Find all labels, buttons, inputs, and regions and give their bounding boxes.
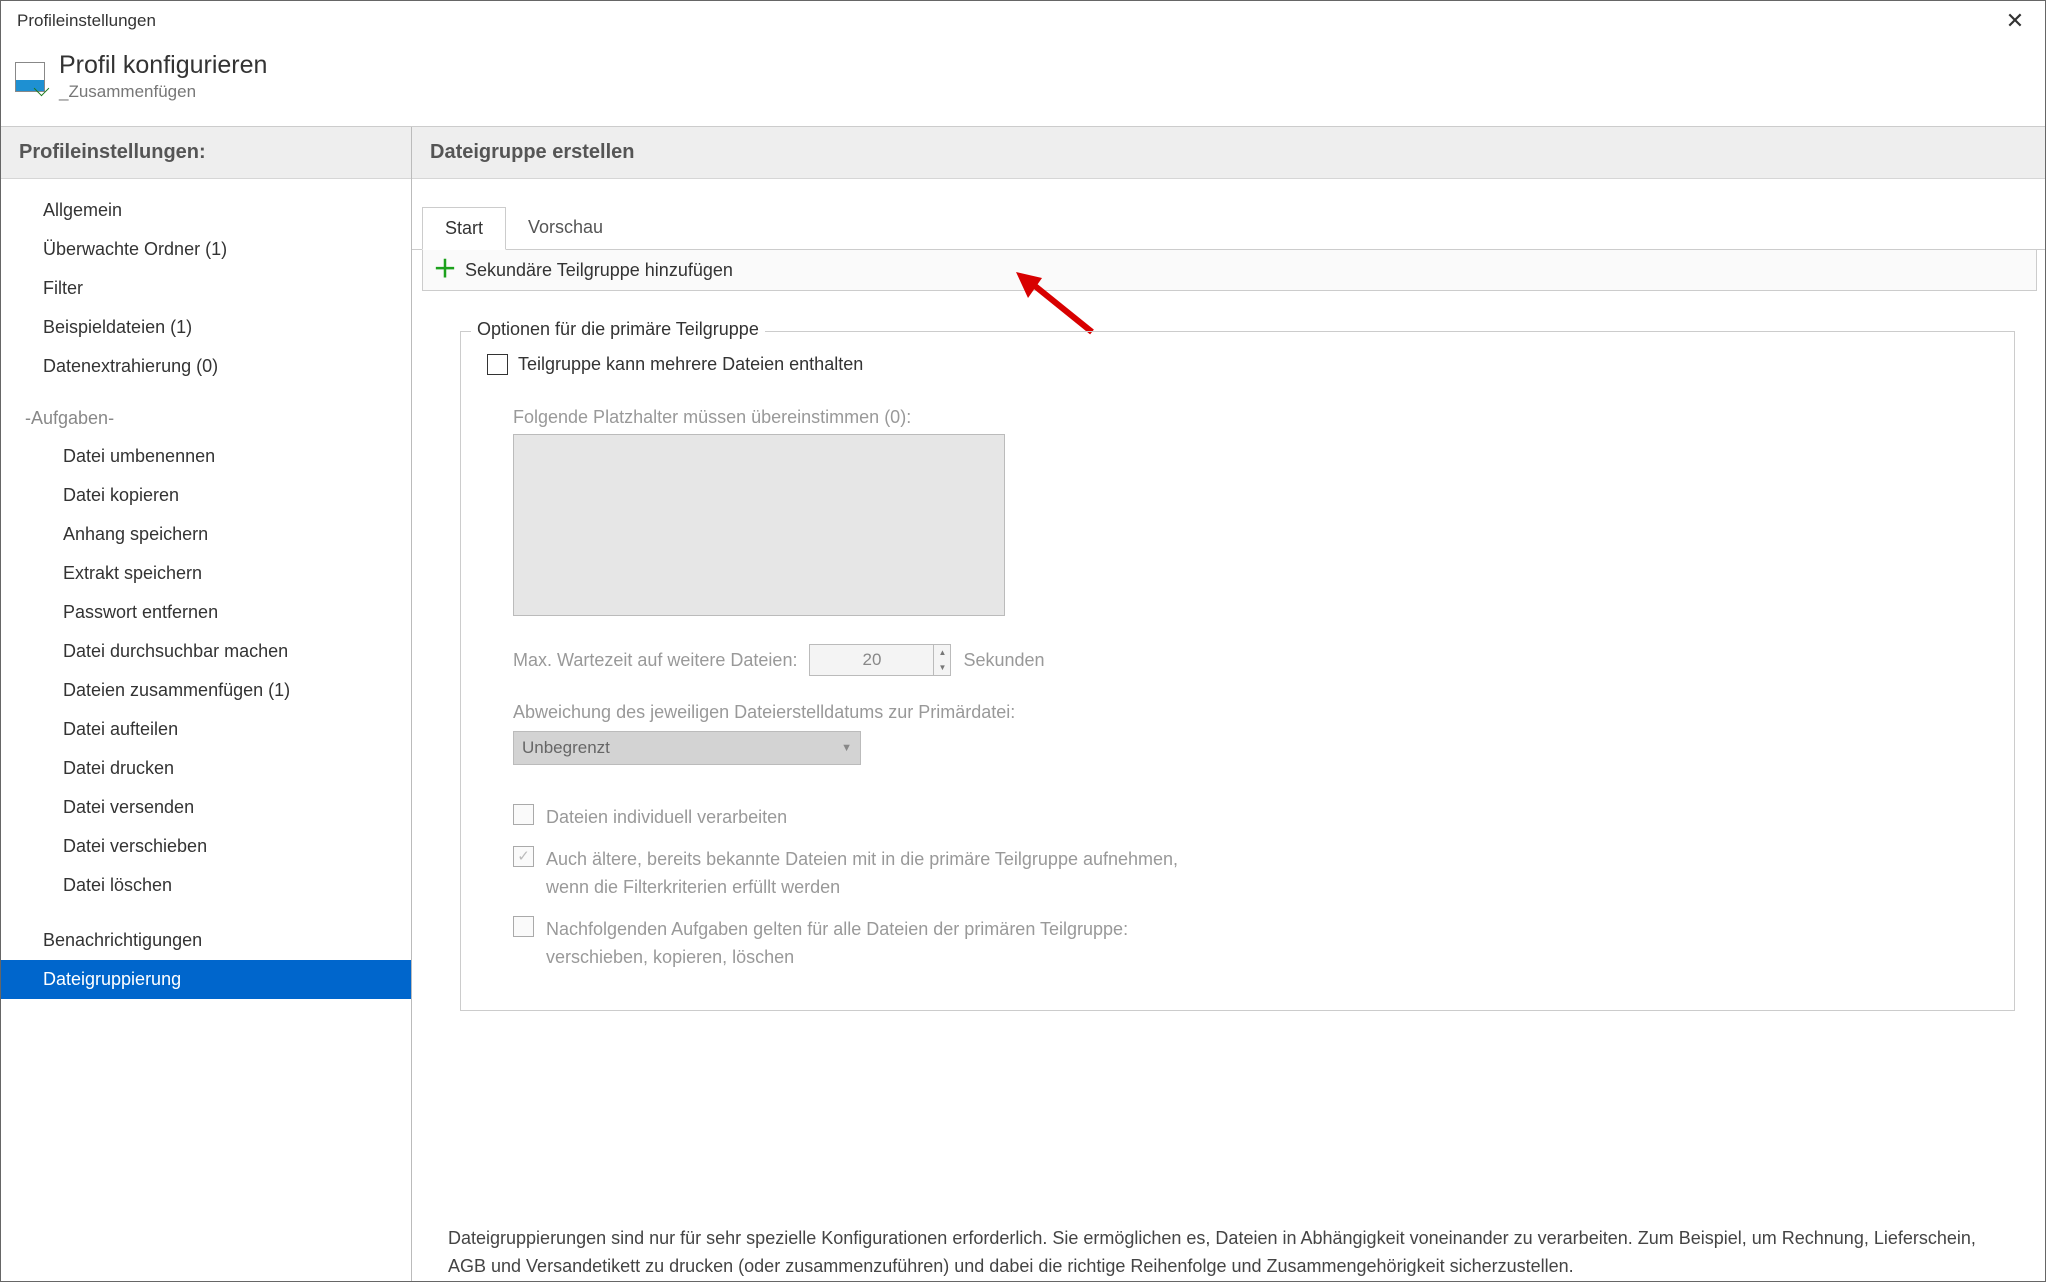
sidebar-tasks-caption: -Aufgaben- — [1, 386, 411, 437]
deviation-label: Abweichung des jeweiligen Dateierstellda… — [513, 702, 1988, 723]
content-area: Optionen für die primäre Teilgruppe Teil… — [412, 291, 2045, 1201]
wait-value: 20 — [810, 650, 933, 670]
checkbox-icon[interactable] — [513, 916, 534, 937]
checkbox-checked-icon[interactable] — [513, 846, 534, 867]
plus-icon: ＋ — [433, 258, 457, 282]
tab-vorschau[interactable]: Vorschau — [506, 207, 625, 249]
dialog-window: Profileinstellungen ✕ Profil konfigurier… — [0, 0, 2046, 1282]
page-subtitle: _Zusammenfügen — [59, 80, 267, 102]
sidebar-item-benachrichtigungen[interactable]: Benachrichtigungen — [1, 921, 411, 960]
sidebar-task-extrakt-speichern[interactable]: Extrakt speichern — [1, 554, 411, 593]
sidebar-task-loeschen[interactable]: Datei löschen — [1, 866, 411, 905]
sidebar-task-verschieben[interactable]: Datei verschieben — [1, 827, 411, 866]
add-secondary-group-button[interactable]: ＋ Sekundäre Teilgruppe hinzufügen — [422, 250, 2037, 291]
placeholder-listbox[interactable] — [513, 434, 1005, 616]
opt-individual-label: Dateien individuell verarbeiten — [546, 804, 787, 832]
body-split: Profileinstellungen: Allgemein Überwacht… — [1, 126, 2045, 1281]
sidebar-task-anhang-speichern[interactable]: Anhang speichern — [1, 515, 411, 554]
main-panel: Dateigruppe erstellen Start Vorschau ＋ S… — [412, 127, 2045, 1281]
profile-icon — [15, 62, 45, 92]
sidebar-list: Allgemein Überwachte Ordner (1) Filter B… — [1, 179, 411, 999]
opt-older-row[interactable]: Auch ältere, bereits bekannte Dateien mi… — [513, 839, 1988, 909]
sidebar-task-drucken[interactable]: Datei drucken — [1, 749, 411, 788]
titlebar: Profileinstellungen ✕ — [1, 1, 2045, 41]
primary-group-options: Optionen für die primäre Teilgruppe Teil… — [460, 331, 2015, 1011]
placeholder-caption: Folgende Platzhalter müssen übereinstimm… — [513, 407, 1988, 428]
sidebar-item-ordner[interactable]: Überwachte Ordner (1) — [1, 230, 411, 269]
opt-following-label: Nachfolgenden Aufgaben gelten für alle D… — [546, 916, 1128, 972]
sidebar-item-dateigruppierung[interactable]: Dateigruppierung — [1, 960, 411, 999]
opt-following-row[interactable]: Nachfolgenden Aufgaben gelten für alle D… — [513, 909, 1988, 979]
checkbox-icon[interactable] — [487, 354, 508, 375]
sidebar-task-kopieren[interactable]: Datei kopieren — [1, 476, 411, 515]
wait-label: Max. Wartezeit auf weitere Dateien: — [513, 650, 797, 671]
main-header: Dateigruppe erstellen — [412, 127, 2045, 179]
sidebar-item-allgemein[interactable]: Allgemein — [1, 191, 411, 230]
sidebar-task-zusammenfuegen[interactable]: Dateien zusammenfügen (1) — [1, 671, 411, 710]
tab-start[interactable]: Start — [422, 207, 506, 250]
sidebar-task-durchsuchbar[interactable]: Datei durchsuchbar machen — [1, 632, 411, 671]
opt-individual-row[interactable]: Dateien individuell verarbeiten — [513, 797, 1988, 839]
page-title: Profil konfigurieren — [59, 51, 267, 80]
close-icon[interactable]: ✕ — [1995, 8, 2035, 34]
deviation-value: Unbegrenzt — [522, 738, 610, 758]
header-texts: Profil konfigurieren _Zusammenfügen — [59, 51, 267, 102]
window-title: Profileinstellungen — [11, 11, 1995, 31]
sidebar-header: Profileinstellungen: — [1, 127, 411, 179]
chevron-down-icon[interactable]: ▼ — [934, 660, 950, 675]
chevron-down-icon: ▼ — [841, 742, 852, 754]
footer-note: Dateigruppierungen sind nur für sehr spe… — [412, 1201, 2045, 1281]
sidebar-task-versenden[interactable]: Datei versenden — [1, 788, 411, 827]
sidebar: Profileinstellungen: Allgemein Überwacht… — [1, 127, 412, 1281]
fieldset-legend: Optionen für die primäre Teilgruppe — [471, 319, 765, 340]
sidebar-task-umbenennen[interactable]: Datei umbenennen — [1, 437, 411, 476]
sidebar-task-aufteilen[interactable]: Datei aufteilen — [1, 710, 411, 749]
sidebar-item-beispieldateien[interactable]: Beispieldateien (1) — [1, 308, 411, 347]
tabs-row: Start Vorschau — [412, 207, 2045, 250]
wait-row: Max. Wartezeit auf weitere Dateien: 20 ▲… — [513, 644, 1988, 676]
spinner-icon[interactable]: ▲ ▼ — [933, 645, 950, 675]
opt-older-label: Auch ältere, bereits bekannte Dateien mi… — [546, 846, 1178, 902]
checkbox-icon[interactable] — [513, 804, 534, 825]
dialog-header: Profil konfigurieren _Zusammenfügen — [1, 41, 2045, 126]
chk-multifile-row[interactable]: Teilgruppe kann mehrere Dateien enthalte… — [487, 350, 1988, 379]
chevron-up-icon[interactable]: ▲ — [934, 645, 950, 660]
deviation-select[interactable]: Unbegrenzt ▼ — [513, 731, 861, 765]
sidebar-task-passwort-entfernen[interactable]: Passwort entfernen — [1, 593, 411, 632]
wait-value-input[interactable]: 20 ▲ ▼ — [809, 644, 951, 676]
wait-unit: Sekunden — [963, 650, 1044, 671]
chk-multifile-label: Teilgruppe kann mehrere Dateien enthalte… — [518, 354, 863, 375]
sidebar-item-datenextrahierung[interactable]: Datenextrahierung (0) — [1, 347, 411, 386]
add-secondary-group-label: Sekundäre Teilgruppe hinzufügen — [465, 260, 733, 281]
placeholder-section: Folgende Platzhalter müssen übereinstimm… — [487, 407, 1988, 978]
sidebar-item-filter[interactable]: Filter — [1, 269, 411, 308]
